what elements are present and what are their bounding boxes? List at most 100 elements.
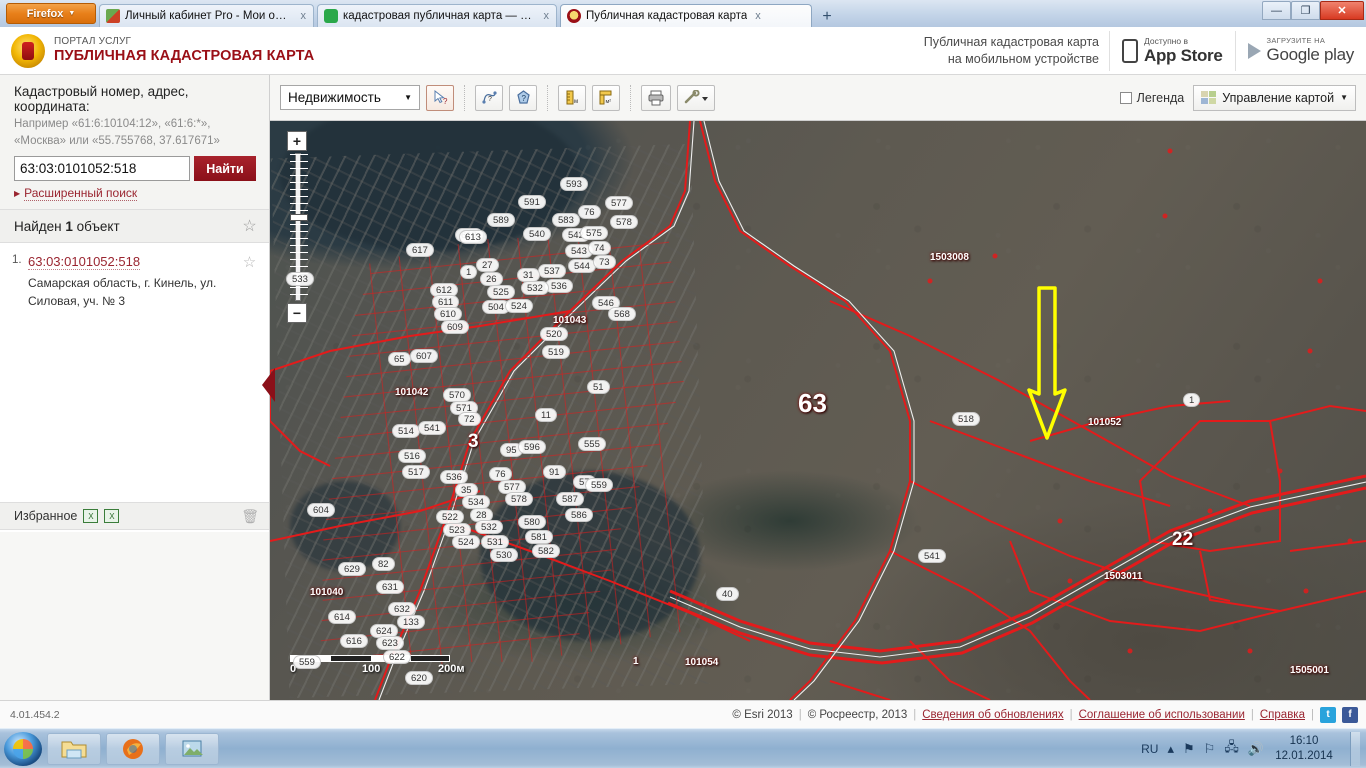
app-store-badge[interactable]: Доступно в App Store	[1109, 30, 1235, 71]
parcel-label: 609	[441, 320, 469, 334]
parcel-label: 632	[388, 602, 416, 616]
firefox-taskbar-item[interactable]	[106, 732, 160, 765]
search-input[interactable]	[14, 156, 190, 182]
agreement-link[interactable]: Соглашение об использовании	[1079, 709, 1245, 721]
browser-tab-3-close-icon[interactable]: x	[752, 10, 764, 22]
parcel-label: 620	[405, 671, 433, 685]
map-canvas[interactable]: + − 0 100 200м 1503008 63 518 101052 1 22 1503…	[270, 121, 1366, 700]
parcel-label: 101040	[310, 587, 344, 598]
app-store-label: App Store	[1144, 45, 1223, 65]
parcel-label: 559	[585, 478, 613, 492]
list-item[interactable]: 1. 63:03:0101052:518 Самарская область, …	[0, 243, 269, 322]
ruler-area-icon: м²	[599, 90, 611, 105]
parcel-label: 522	[436, 510, 464, 524]
xls-import-icon[interactable]: X	[83, 509, 99, 523]
page-title: ПУБЛИЧНАЯ КАДАСТРОВАЯ КАРТА	[54, 47, 315, 64]
zoom-out-button[interactable]: −	[287, 303, 307, 323]
minimize-button[interactable]: —	[1262, 1, 1291, 20]
facebook-icon[interactable]: f	[1342, 706, 1358, 723]
search-results-list: 1. 63:03:0101052:518 Самарская область, …	[0, 243, 269, 544]
permalink-tool[interactable]	[677, 84, 715, 111]
volume-icon[interactable]: 🔊	[1248, 741, 1264, 757]
parcel-label: 577	[605, 196, 633, 210]
result-favorite-icon[interactable]: ☆	[240, 253, 259, 310]
parcel-label: 65	[388, 352, 411, 366]
parcel-label: 616	[340, 634, 368, 648]
zoom-slider-thumb[interactable]	[290, 214, 308, 221]
start-button[interactable]	[4, 731, 42, 766]
polyline-query-tool[interactable]: ?	[475, 84, 503, 111]
trash-icon[interactable]: 🗑	[241, 508, 259, 525]
footer-separator-5: |	[1311, 708, 1314, 721]
layer-select[interactable]: Недвижимость ▼	[280, 85, 420, 110]
parcel-label: 82	[372, 557, 395, 571]
parcel-label: 555	[578, 437, 606, 451]
app-store-small-label: Доступно в	[1144, 35, 1188, 46]
measure-area-tool[interactable]: м²	[592, 84, 620, 111]
parcel-label: 534	[462, 495, 490, 509]
flag-icon[interactable]: ⚑	[1183, 741, 1195, 757]
checkbox-icon[interactable]	[1119, 91, 1132, 104]
chevron-down-icon: ▼	[404, 93, 412, 102]
windows-taskbar: RU ▴ ⚑ ⚐ 🖧 🔊 16:10 12.01.2014	[0, 728, 1366, 768]
parcel-label: 76	[489, 467, 512, 481]
browser-tab-1-close-icon[interactable]: x	[298, 10, 310, 22]
polygon-query-tool[interactable]: ?	[509, 84, 537, 111]
measure-length-tool[interactable]: м	[558, 84, 586, 111]
map-control-dropdown[interactable]: Управление картой ▼	[1193, 84, 1356, 111]
info-cursor-tool[interactable]: ?	[426, 84, 454, 111]
action-center-icon[interactable]: ⚐	[1204, 741, 1216, 757]
browser-tab-3[interactable]: Публичная кадастровая карта x	[560, 4, 812, 27]
parcel-label: 623	[376, 636, 404, 650]
parcel-label: 559	[293, 655, 321, 669]
parcel-label: 622	[383, 650, 411, 664]
rosreestr-emblem-icon	[11, 33, 45, 68]
parcel-label: 541	[918, 549, 946, 563]
updates-link[interactable]: Сведения об обновлениях	[922, 709, 1063, 721]
grid-icon	[1201, 91, 1217, 104]
network-icon[interactable]: 🖧	[1224, 738, 1239, 760]
zoom-control[interactable]: + −	[287, 131, 309, 323]
result-cadastral-number[interactable]: 63:03:0101052:518	[28, 254, 141, 271]
print-tool[interactable]	[641, 84, 671, 111]
help-link[interactable]: Справка	[1260, 709, 1305, 721]
google-play-label2: play	[1324, 45, 1354, 64]
parcel-label: 607	[410, 349, 438, 363]
google-play-badge[interactable]: ЗАГРУЗИТЕ НА Google play	[1234, 30, 1366, 71]
footer-separator-3: |	[1069, 708, 1073, 721]
parcel-label: 536	[545, 279, 573, 293]
parcel-label: 1	[460, 265, 478, 279]
map-control-label: Управление картой	[1222, 90, 1335, 105]
language-indicator[interactable]: RU	[1141, 742, 1158, 756]
new-tab-button[interactable]: +	[816, 6, 838, 27]
parcel-label: 582	[532, 544, 560, 558]
find-button[interactable]: Найти	[194, 156, 256, 182]
parcel-label: 1503008	[930, 252, 969, 263]
show-desktop-button[interactable]	[1350, 731, 1360, 766]
parcel-label: 101042	[395, 387, 429, 398]
clock-date: 12.01.2014	[1275, 749, 1333, 762]
parcel-label: 3	[468, 431, 479, 452]
ruler-length-icon: м	[566, 90, 578, 105]
browser-tab-1[interactable]: Личный кабинет Pro - Мои объявле... x	[99, 4, 314, 27]
add-all-to-favorites-icon[interactable]: ☆	[240, 217, 259, 236]
search-hint-line1: Например «61:6:10104:12», «61:6:*»,	[14, 118, 211, 130]
firefox-menu-button[interactable]: Firefox ▼	[6, 3, 96, 24]
explorer-taskbar-item[interactable]	[47, 732, 101, 765]
legend-checkbox[interactable]: Легенда	[1119, 91, 1184, 105]
browser-tab-2[interactable]: кадастровая публичная карта — Ян... x	[317, 4, 557, 27]
maximize-button[interactable]: ❐	[1291, 1, 1320, 20]
show-hidden-icon[interactable]: ▴	[1167, 741, 1174, 757]
browser-tab-2-close-icon[interactable]: x	[541, 10, 553, 22]
twitter-icon[interactable]: t	[1320, 706, 1336, 723]
advanced-search-link[interactable]: ▶ Расширенный поиск	[14, 186, 259, 202]
clock[interactable]: 16:10 12.01.2014	[1273, 734, 1335, 763]
xls-export-icon[interactable]: X	[104, 509, 120, 523]
map-toolbar: Недвижимость ▼ ? ? ? м м² Легенда Управл…	[270, 75, 1366, 121]
close-button[interactable]: ✕	[1320, 1, 1364, 20]
image-viewer-taskbar-item[interactable]	[165, 732, 219, 765]
people-icon	[106, 9, 120, 23]
parcel-label: 31	[517, 268, 540, 282]
parcel-label: 101054	[685, 657, 719, 668]
zoom-in-button[interactable]: +	[287, 131, 307, 151]
